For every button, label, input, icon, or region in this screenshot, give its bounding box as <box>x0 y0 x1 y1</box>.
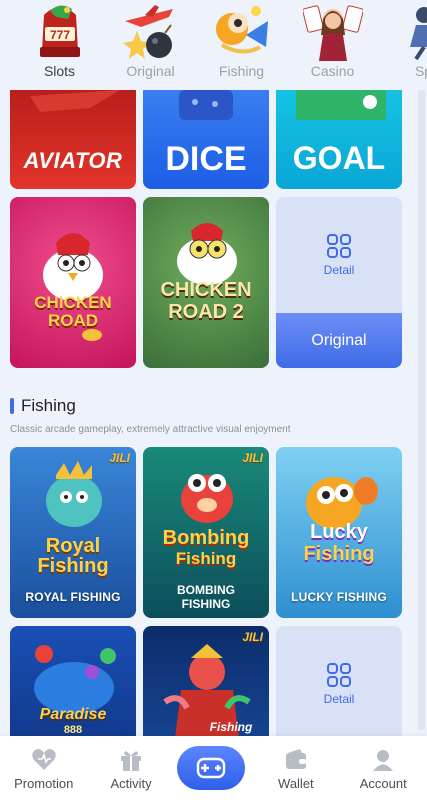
section-subtitle: Classic arcade gameplay, extremely attra… <box>10 424 291 435</box>
game-title: AVIATOR <box>23 148 123 173</box>
scrollbar[interactable] <box>418 90 425 730</box>
game-logo-text: Bombing <box>162 527 250 549</box>
fishing-section-header: Fishing <box>0 396 416 416</box>
nav-activity-label: Activity <box>110 776 152 791</box>
games-button[interactable] <box>177 746 245 790</box>
original-detail-card[interactable]: Detail Original <box>276 197 402 368</box>
section-title: Fishing <box>21 396 76 415</box>
game-name: FISHING <box>181 597 231 611</box>
game-logo-text: Lucky <box>310 521 368 543</box>
game-title: ROAD 2 <box>168 301 244 323</box>
game-logo-text: Fishing <box>37 555 109 577</box>
gift-icon <box>118 748 144 772</box>
game-logo-text: Fishing <box>303 543 375 565</box>
game-name: LUCKY FISHING <box>291 590 387 604</box>
nav-wallet[interactable]: Wallet <box>256 748 336 791</box>
tab-slots-label: Slots <box>43 63 76 79</box>
detail-label: Detail <box>323 692 355 706</box>
tab-fishing[interactable]: Fishing <box>196 0 287 90</box>
grid-icon <box>327 663 351 687</box>
game-title: CHICKEN <box>160 279 252 301</box>
game-card-lucky-fishing[interactable]: Lucky Fishing LUCKY FISHING <box>276 447 402 618</box>
airplane-bomb-icon <box>121 0 181 62</box>
game-logo-text: Fishing <box>175 549 237 568</box>
nav-account-label: Account <box>359 776 407 791</box>
nav-promotion[interactable]: Promotion <box>4 748 84 791</box>
tab-fishing-label: Fishing <box>218 63 265 79</box>
game-title: GOAL <box>292 140 386 176</box>
game-logo-text: 888 <box>63 724 83 736</box>
game-card-dice[interactable]: DICE <box>143 90 269 189</box>
tab-casino[interactable]: Casino <box>287 0 378 90</box>
fish-icon <box>212 0 272 62</box>
svg-text:777: 777 <box>49 28 69 42</box>
original-button[interactable]: Original <box>276 313 402 368</box>
account-icon <box>370 748 396 772</box>
tab-casino-label: Casino <box>310 63 355 79</box>
game-title: DICE <box>165 140 247 178</box>
game-card-aviator[interactable]: AVIATOR <box>10 90 136 189</box>
game-card-chicken-road[interactable]: CHICKEN ROAD <box>10 197 136 368</box>
game-logo-text: Paradise <box>39 706 107 723</box>
wallet-icon <box>283 748 309 772</box>
game-card-goal[interactable]: GOAL <box>276 90 402 189</box>
game-name: ROYAL FISHING <box>25 590 121 604</box>
game-card-chicken-road-2[interactable]: CHICKEN ROAD 2 <box>143 197 269 368</box>
promotion-icon <box>31 748 57 772</box>
game-list: AVIATOR DICE GOAL CHICKEN ROAD CHICKEN R… <box>0 90 416 797</box>
dealer-icon <box>302 0 363 62</box>
game-name: BOMBING <box>177 583 235 597</box>
category-tabs: 777 Slots Original Fishing Casino S <box>0 0 427 90</box>
tab-original[interactable]: Original <box>105 0 196 90</box>
tab-original-label: Original <box>126 63 175 79</box>
game-card-royal-fishing[interactable]: JILI Royal Fishing ROYAL FISHING <box>10 447 136 618</box>
nav-promotion-label: Promotion <box>14 776 74 791</box>
sports-icon <box>394 0 427 62</box>
nav-account[interactable]: Account <box>343 748 423 791</box>
tab-sports-label: Sp <box>414 63 427 79</box>
slot-machine-icon: 777 <box>30 0 90 62</box>
section-marker <box>10 398 14 414</box>
nav-wallet-label: Wallet <box>278 776 314 791</box>
gamepad-icon <box>196 757 226 779</box>
nav-activity[interactable]: Activity <box>91 748 171 791</box>
tab-sports[interactable]: Sp <box>378 0 427 90</box>
game-card-bombing-fishing[interactable]: JILI Bombing Fishing BOMBING FISHING <box>143 447 269 618</box>
tab-slots[interactable]: 777 Slots <box>14 0 105 90</box>
game-title: ROAD <box>47 311 99 330</box>
game-title: CHICKEN <box>34 293 112 312</box>
grid-icon <box>327 234 351 258</box>
detail-label: Detail <box>323 263 355 277</box>
